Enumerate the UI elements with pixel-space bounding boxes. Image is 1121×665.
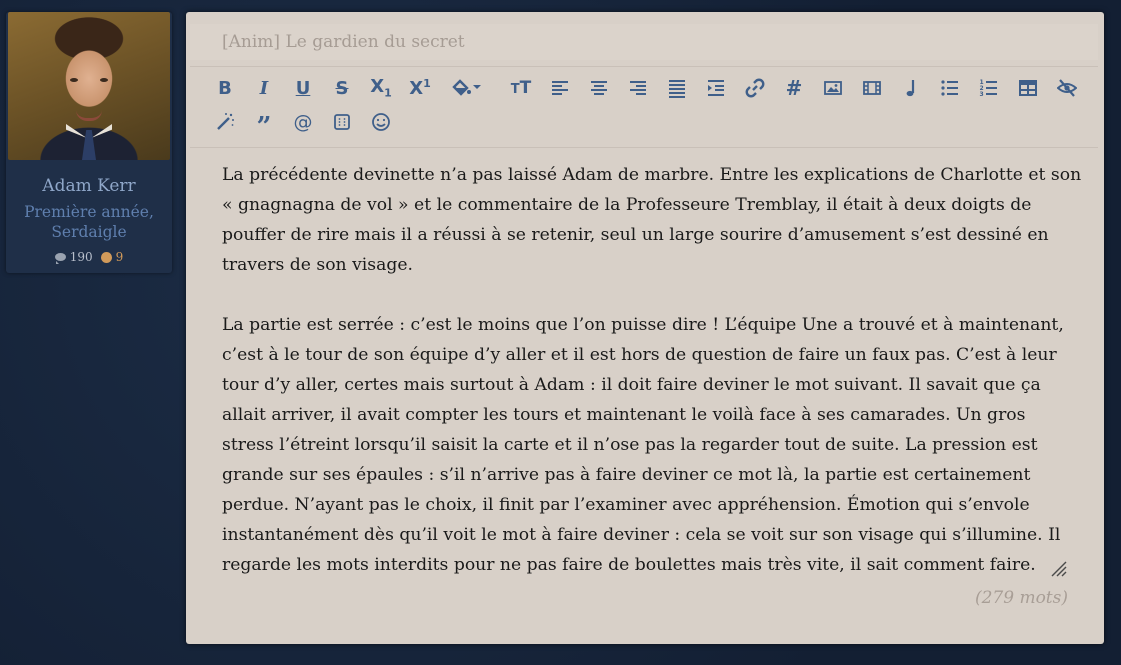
- justify-button[interactable]: [664, 75, 690, 101]
- superscript-button[interactable]: X1: [407, 75, 433, 101]
- subscript-icon: X1: [370, 76, 392, 100]
- strikethrough-button[interactable]: S: [329, 75, 355, 101]
- align-justify-icon: [669, 80, 685, 98]
- subscript-button[interactable]: X1: [368, 75, 394, 101]
- paint-bucket-icon: [452, 79, 481, 96]
- link-icon: [745, 78, 765, 98]
- smiley-icon: [372, 113, 390, 131]
- align-center-icon: [591, 81, 607, 95]
- hashtag-icon: #: [785, 76, 803, 100]
- paragraph-2: La partie est serrée : c’est le moins qu…: [222, 315, 1064, 575]
- points-count: 9: [115, 250, 124, 264]
- numbered-list-button[interactable]: 123: [976, 75, 1002, 101]
- superscript-icon: X1: [409, 77, 431, 99]
- subject-input[interactable]: [190, 24, 1098, 60]
- post-editor: B I U S X1 X1 TT #: [186, 12, 1104, 644]
- dotted-box-icon: [334, 114, 350, 130]
- table-button[interactable]: [1015, 75, 1041, 101]
- image-icon: [824, 81, 842, 95]
- image-button[interactable]: [820, 75, 846, 101]
- message-textarea[interactable]: La précédente devinette n’a pas laissé A…: [222, 160, 1082, 610]
- bold-icon: B: [218, 77, 232, 99]
- profile-rank: Première année, Serdaigle: [6, 202, 172, 242]
- music-button[interactable]: [898, 75, 924, 101]
- strikethrough-icon: S: [335, 77, 349, 99]
- svg-text:3: 3: [980, 91, 984, 98]
- align-center-button[interactable]: [586, 75, 612, 101]
- hashtag-button[interactable]: #: [781, 75, 807, 101]
- align-right-button[interactable]: [625, 75, 651, 101]
- spoiler-button[interactable]: [329, 109, 355, 135]
- profile-name[interactable]: Adam Kerr: [6, 176, 172, 196]
- align-left-button[interactable]: [547, 75, 573, 101]
- magic-button[interactable]: [212, 109, 238, 135]
- word-count: (279 mots): [974, 588, 1068, 608]
- mention-button[interactable]: @: [290, 109, 316, 135]
- editor-toolbar: B I U S X1 X1 TT # 1 2 3 ” @: [190, 66, 1098, 148]
- profile-rank-house: Serdaigle: [51, 223, 127, 241]
- numbered-list-icon: 123: [980, 79, 997, 98]
- avatar[interactable]: [8, 12, 170, 160]
- speech-bubble-icon: [54, 253, 66, 264]
- video-button[interactable]: [859, 75, 885, 101]
- quote-button[interactable]: ”: [251, 109, 277, 142]
- italic-button[interactable]: I: [251, 75, 277, 101]
- profile-stats: 190 9: [6, 250, 172, 264]
- coin-icon: [100, 251, 112, 263]
- text-color-button[interactable]: [446, 75, 486, 101]
- indent-icon: [708, 80, 724, 96]
- avatar-mouth: [76, 110, 102, 121]
- underline-button[interactable]: U: [290, 75, 316, 101]
- hide-button[interactable]: [1054, 75, 1080, 101]
- paragraph-1: La précédente devinette n’a pas laissé A…: [222, 165, 1082, 275]
- text-size-icon: TT: [510, 78, 532, 98]
- avatar-tie: [82, 130, 96, 160]
- music-note-icon: [906, 80, 915, 97]
- resize-handle-icon[interactable]: [1048, 558, 1068, 578]
- align-right-icon: [630, 81, 646, 95]
- eye-slash-icon: [1057, 79, 1077, 97]
- table-icon: [1019, 80, 1037, 96]
- avatar-eye-left: [70, 78, 78, 82]
- quote-icon: ”: [256, 112, 272, 142]
- align-left-icon: [552, 81, 568, 95]
- magic-wand-icon: [217, 113, 234, 130]
- avatar-eye-right: [100, 78, 108, 82]
- film-icon: [863, 81, 881, 95]
- font-size-button[interactable]: TT: [508, 75, 534, 101]
- indent-button[interactable]: [703, 75, 729, 101]
- bold-button[interactable]: B: [212, 75, 238, 101]
- user-profile-card: Adam Kerr Première année, Serdaigle 190 …: [6, 12, 172, 273]
- profile-rank-year: Première année,: [24, 203, 154, 221]
- message-count: 190: [69, 250, 93, 264]
- emoji-button[interactable]: [368, 109, 394, 135]
- link-button[interactable]: [742, 75, 768, 101]
- italic-icon: I: [259, 77, 269, 99]
- bullet-list-icon: [941, 80, 958, 96]
- underline-icon: U: [295, 77, 311, 99]
- bullet-list-button[interactable]: [937, 75, 963, 101]
- at-sign-icon: @: [293, 111, 313, 133]
